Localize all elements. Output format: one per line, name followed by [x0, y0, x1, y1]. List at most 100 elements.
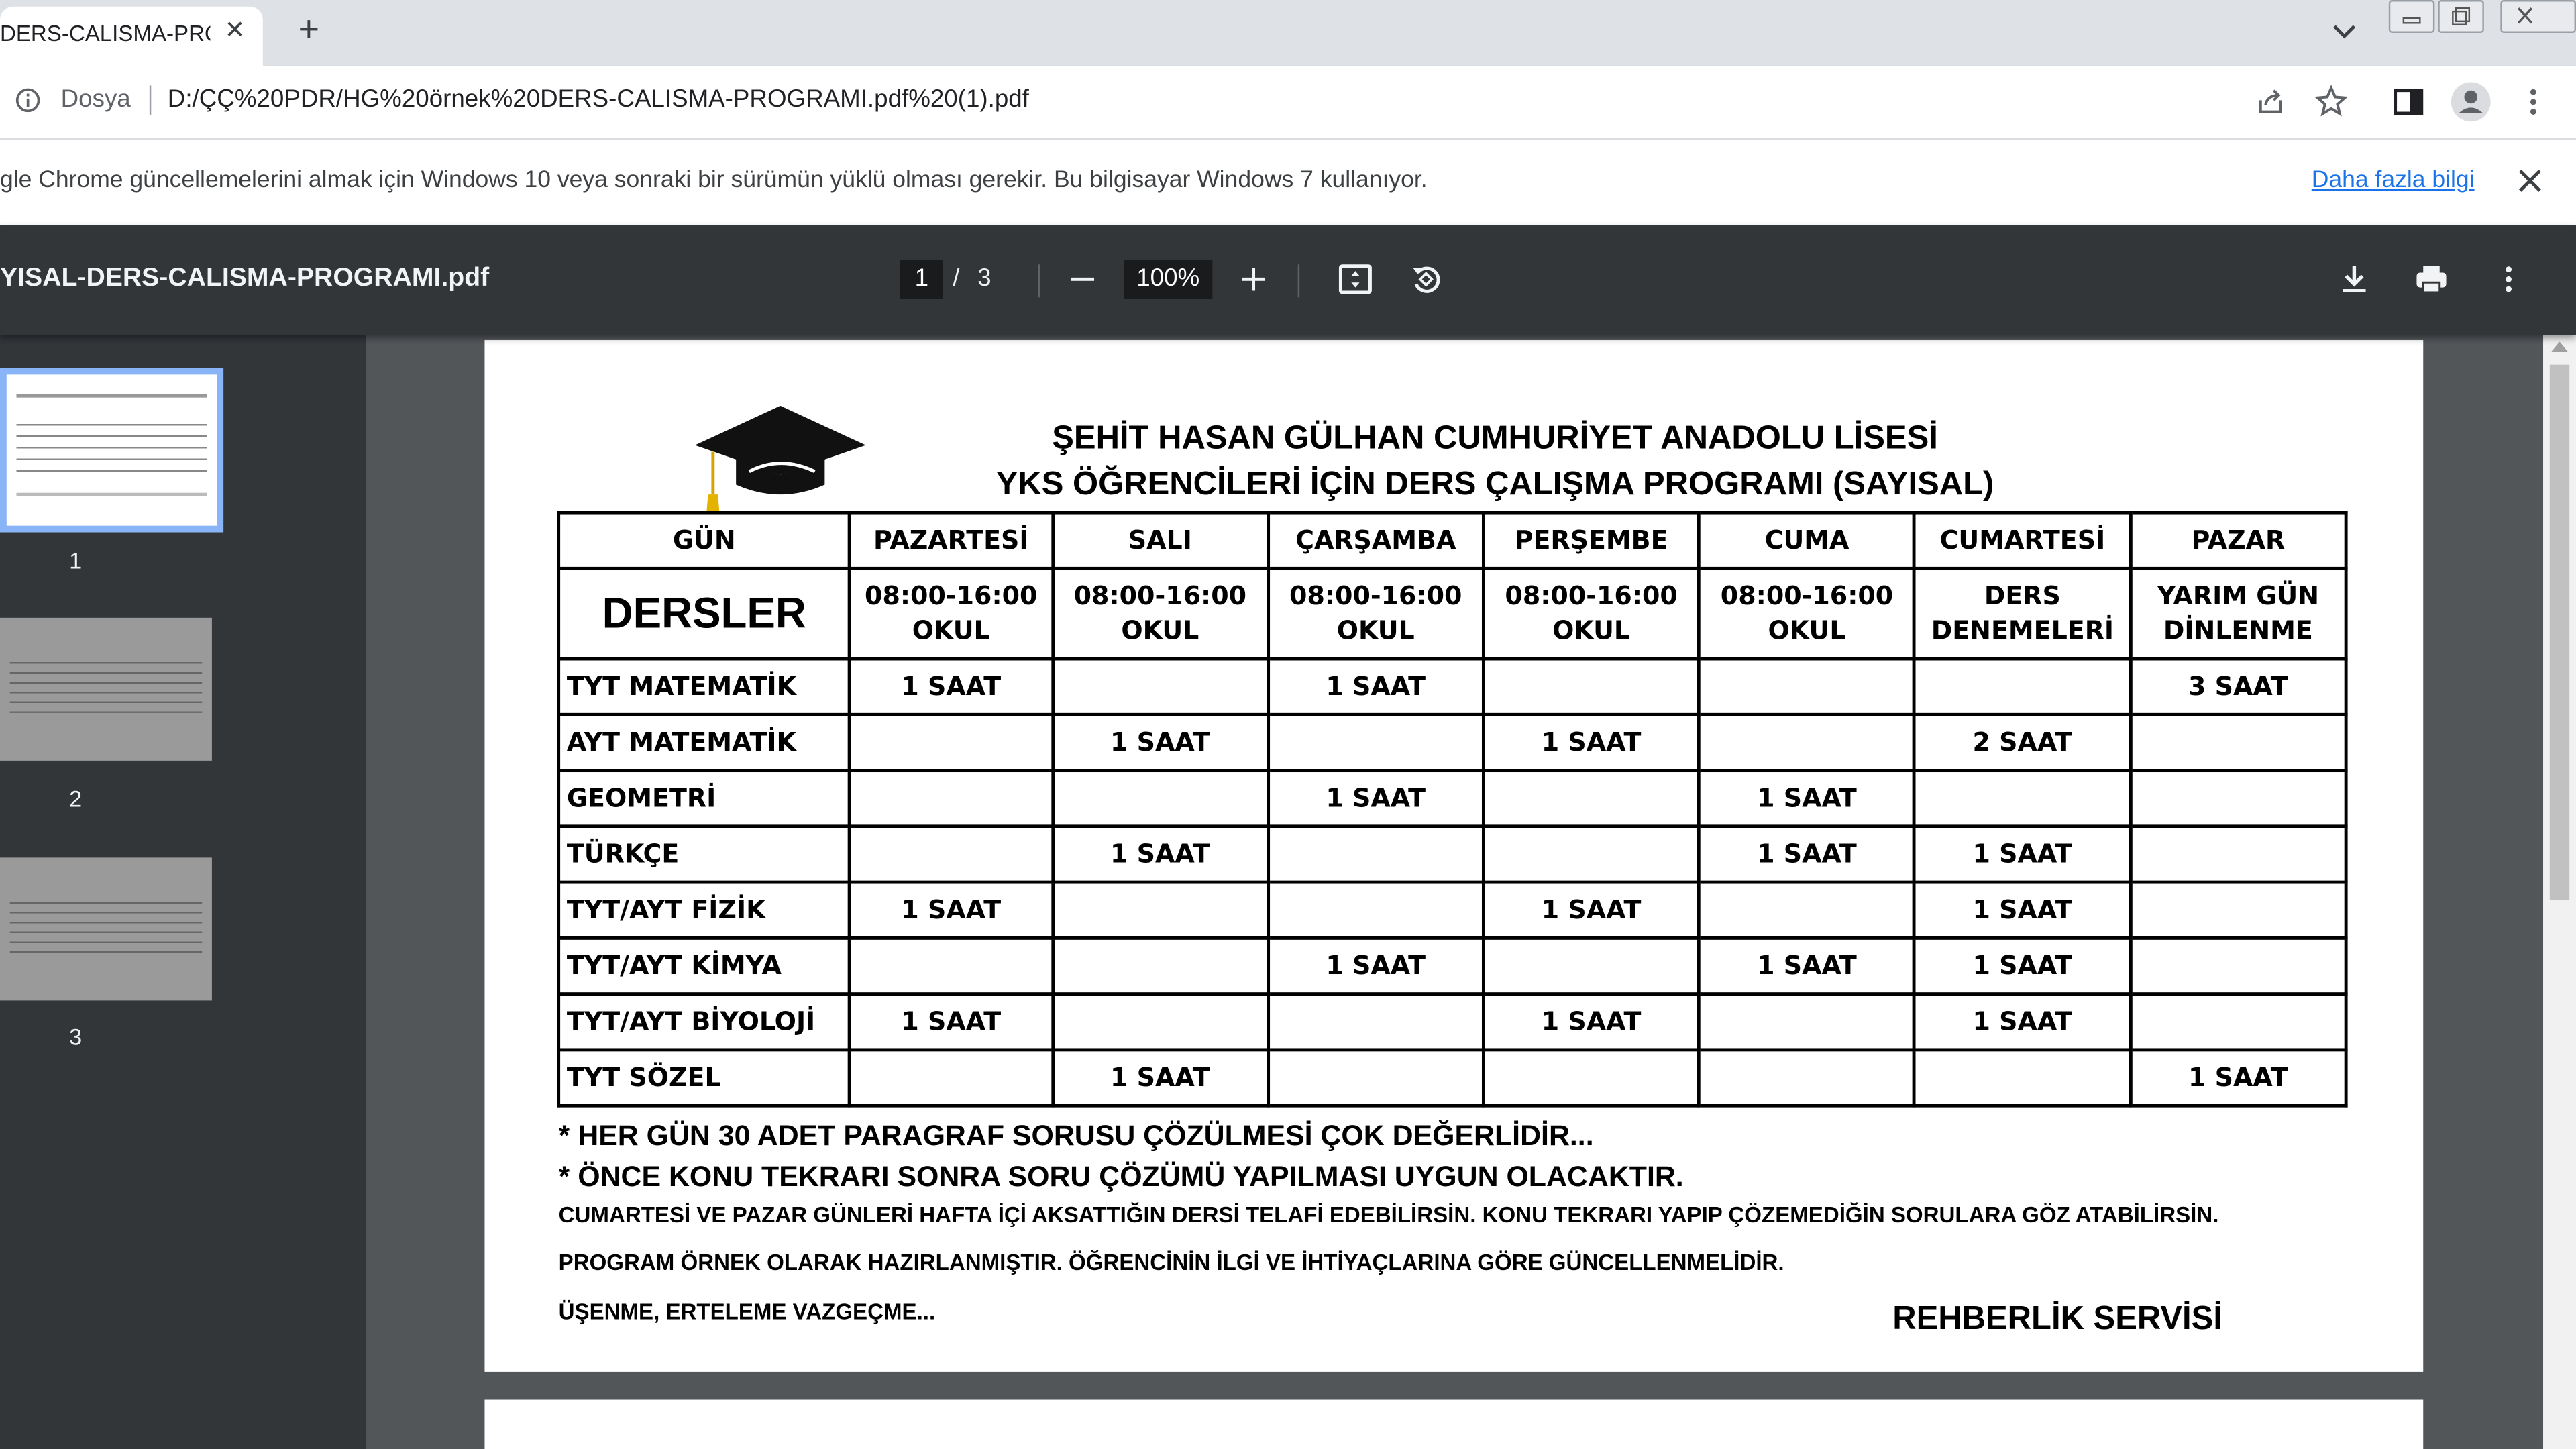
- hours-cell: [1266, 712, 1485, 773]
- table-row: TYT SÖZEL 1 SAAT 1 SAAT: [557, 1048, 2348, 1108]
- header-cell: PAZARTESİ: [848, 511, 1055, 570]
- hours-cell: 1 SAAT: [1051, 824, 1270, 884]
- restore-window-icon[interactable]: [2438, 0, 2484, 33]
- time-activity: OKUL: [1768, 615, 1846, 645]
- hours-cell: [1481, 1048, 1701, 1108]
- subject-cell: AYT MATEMATİK: [557, 712, 852, 773]
- vertical-scrollbar[interactable]: [2543, 335, 2576, 1449]
- time-range: 08:00-16:00: [1073, 580, 1247, 610]
- side-panel-icon[interactable]: [2389, 82, 2428, 121]
- page-thumbnail-3[interactable]: [0, 857, 212, 1001]
- new-tab-icon[interactable]: +: [289, 9, 329, 50]
- subject-cell: GEOMETRİ: [557, 769, 852, 828]
- kebab-menu-icon[interactable]: [2514, 82, 2553, 121]
- hours-cell: 3 SAAT: [2129, 657, 2348, 716]
- hours-cell: 1 SAAT: [1481, 712, 1701, 773]
- tab-search-chevron-icon[interactable]: [2326, 13, 2363, 50]
- share-icon[interactable]: [2251, 82, 2290, 121]
- note-motivation: ÜŞENME, ERTELEME VAZGEÇME...: [558, 1299, 936, 1324]
- profile-icon[interactable]: [2449, 80, 2492, 123]
- header-cell: PERŞEMBE: [1481, 511, 1701, 570]
- infobar-message: gle Chrome güncellemelerini almak için W…: [0, 167, 1428, 194]
- tab-strip: DERS-CALISMA-PRO ✕ +: [0, 0, 2576, 66]
- page-number-input[interactable]: 1: [900, 259, 943, 299]
- thumbnail-table: [16, 414, 207, 480]
- learn-more-link[interactable]: Daha fazla bilgi: [2312, 168, 2475, 194]
- time-cell: 08:00-16:00 OKUL: [1051, 566, 1270, 661]
- rotate-icon[interactable]: [1408, 261, 1444, 297]
- hours-cell: [1266, 880, 1485, 940]
- pdf-viewer-area: ŞEHİT HASAN GÜLHAN CUMHURİYET ANADOLU Lİ…: [366, 335, 2576, 1449]
- table-row: TYT/AYT FİZİK 1 SAAT 1 SAAT 1 SAAT: [557, 880, 2348, 940]
- pdf-toolbar: YISAL-DERS-CALISMA-PROGRAMI.pdf 1 / 3 10…: [0, 225, 2576, 335]
- hours-cell: 1 SAAT: [1697, 769, 1917, 828]
- thumbnail-label-2: 2: [69, 785, 83, 812]
- tab-title: DERS-CALISMA-PRO: [0, 21, 211, 46]
- signature-guidance: REHBERLİK SERVİSİ: [1892, 1301, 2222, 1338]
- close-window-icon[interactable]: [2500, 0, 2576, 33]
- note-sample: PROGRAM ÖRNEK OLARAK HAZIRLANMIŞTIR. ÖĞR…: [558, 1250, 1784, 1275]
- time-activity: OKUL: [1336, 615, 1415, 645]
- thumbnail-table: [9, 653, 203, 713]
- address-bar[interactable]: D:/ÇÇ%20PDR/HG%20örnek%20DERS-CALISMA-PR…: [168, 85, 1029, 113]
- time-range: 08:00-16:00: [865, 580, 1038, 610]
- download-icon[interactable]: [2336, 261, 2372, 297]
- hours-cell: 1 SAAT: [1913, 824, 2133, 884]
- browser-window: DERS-CALISMA-PRO ✕ + Dosya D:/ÇÇ%20PDR/H…: [0, 0, 2576, 1449]
- tab-close-icon[interactable]: ✕: [220, 16, 250, 46]
- time-range: 08:00-16:00: [1720, 580, 1894, 610]
- toolbar-divider: [1038, 264, 1040, 298]
- close-icon[interactable]: [2514, 164, 2546, 197]
- thumbnail-line: [16, 492, 207, 496]
- star-icon[interactable]: [2312, 82, 2351, 121]
- time-cell: 08:00-16:00 OKUL: [1266, 566, 1485, 661]
- header-cell: ÇARŞAMBA: [1266, 511, 1485, 570]
- print-icon[interactable]: [2414, 261, 2450, 297]
- subject-cell: TÜRKÇE: [557, 824, 852, 884]
- hours-cell: [1481, 936, 1701, 996]
- hours-cell: [1913, 769, 2133, 828]
- hours-cell: [1697, 712, 1917, 773]
- hours-cell: [2129, 769, 2348, 828]
- info-icon[interactable]: [15, 87, 41, 113]
- hours-cell: [1051, 880, 1270, 940]
- page-thumbnail-1[interactable]: [0, 368, 224, 533]
- page-separator: /: [953, 264, 960, 292]
- zoom-in-icon[interactable]: [1236, 261, 1272, 297]
- hours-cell: [848, 936, 1055, 996]
- hours-cell: [1481, 769, 1701, 828]
- hours-cell: [1697, 1048, 1917, 1108]
- page-thumbnail-2[interactable]: [0, 617, 212, 761]
- hours-cell: 1 SAAT: [1697, 936, 1917, 996]
- subject-rows: TYT MATEMATİK 1 SAAT 1 SAAT 3 SAAT AYT MATEM…: [557, 657, 2348, 1108]
- table-row: TYT/AYT BİYOLOJİ 1 SAAT 1 SAAT 1 SAAT: [557, 992, 2348, 1052]
- scroll-up-arrow-icon[interactable]: [2551, 341, 2568, 352]
- header-cell: SALI: [1051, 511, 1270, 570]
- time-activity: DENEMELERİ: [1931, 615, 2114, 645]
- zoom-level-input[interactable]: 100%: [1124, 259, 1213, 299]
- note-review: * ÖNCE KONU TEKRARI SONRA SORU ÇÖZÜMÜ YA…: [558, 1159, 1684, 1193]
- time-activity: OKUL: [912, 615, 990, 645]
- minimize-window-icon[interactable]: [2388, 0, 2435, 33]
- fit-to-page-icon[interactable]: [1337, 261, 1373, 297]
- scrollbar-thumb[interactable]: [2549, 364, 2570, 901]
- hours-cell: 1 SAAT: [1697, 824, 1917, 884]
- page-total: 3: [977, 264, 991, 292]
- omnibox-separator: [149, 85, 152, 115]
- study-schedule-table: GÜN PAZARTESİ SALI ÇARŞAMBA PERŞEMBE CUM…: [557, 511, 2348, 1108]
- browser-tab[interactable]: DERS-CALISMA-PRO ✕: [0, 6, 263, 66]
- thumbnail-label-1: 1: [69, 547, 83, 574]
- toolbar-divider: [1297, 264, 1300, 298]
- hours-cell: [848, 769, 1055, 828]
- pdf-page-1: ŞEHİT HASAN GÜLHAN CUMHURİYET ANADOLU Lİ…: [484, 339, 2424, 1372]
- pdf-page-2: [484, 1399, 2424, 1449]
- hours-cell: [1051, 992, 1270, 1052]
- address-toolbar: Dosya D:/ÇÇ%20PDR/HG%20örnek%20DERS-CALI…: [0, 65, 2576, 140]
- hours-cell: 1 SAAT: [848, 992, 1055, 1052]
- hours-cell: 1 SAAT: [1051, 1048, 1270, 1108]
- hours-cell: [848, 712, 1055, 773]
- zoom-out-icon[interactable]: [1065, 261, 1101, 297]
- hours-cell: [1481, 824, 1701, 884]
- subject-cell: TYT/AYT KİMYA: [557, 936, 852, 996]
- pdf-more-options-icon[interactable]: [2491, 261, 2527, 297]
